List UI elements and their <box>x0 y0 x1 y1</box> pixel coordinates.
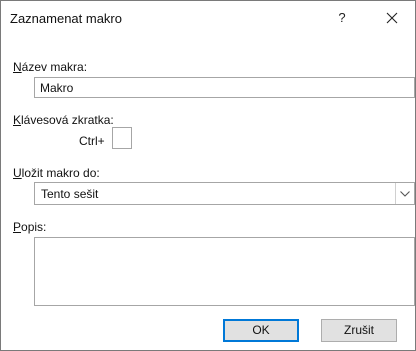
shortcut-label: Klávesová zkratka: <box>13 113 114 127</box>
shortcut-key-input[interactable] <box>113 128 131 148</box>
ok-button[interactable]: OK <box>223 319 299 342</box>
shortcut-label-text: lávesová zkratka: <box>21 113 114 127</box>
description-label-text: opis: <box>21 220 47 234</box>
shortcut-label-accel: K <box>13 113 22 127</box>
record-macro-dialog: Zaznamenat makro ? Název makra: Klávesov… <box>0 0 416 351</box>
shortcut-key-field[interactable] <box>112 127 132 149</box>
macro-name-field[interactable] <box>34 77 415 98</box>
close-icon <box>386 12 398 24</box>
store-in-selected: Tento sešit <box>41 187 99 201</box>
description-label-accel: P <box>13 220 22 234</box>
store-in-label-text: ložit makro do: <box>21 166 100 180</box>
title-bar[interactable]: Zaznamenat makro ? <box>1 1 415 33</box>
store-in-label: Uložit makro do: <box>13 166 100 180</box>
description-field[interactable] <box>34 237 415 306</box>
chevron-down-icon <box>400 190 410 197</box>
help-button[interactable]: ? <box>329 7 355 29</box>
macro-name-label: Název makra: <box>13 60 87 74</box>
macro-name-input[interactable] <box>35 78 414 97</box>
dialog-title: Zaznamenat makro <box>10 11 122 26</box>
description-textarea[interactable] <box>35 238 414 305</box>
ctrl-prefix-label: Ctrl+ <box>79 134 105 148</box>
dropdown-button[interactable] <box>395 183 414 204</box>
description-label: Popis: <box>13 220 46 234</box>
close-button[interactable] <box>377 7 407 29</box>
cancel-button[interactable]: Zrušit <box>321 319 397 342</box>
macro-name-label-accel: N <box>13 60 22 74</box>
store-in-dropdown[interactable]: Tento sešit <box>34 182 415 205</box>
store-in-label-accel: U <box>13 166 22 180</box>
macro-name-label-text: ázev makra: <box>21 60 88 74</box>
